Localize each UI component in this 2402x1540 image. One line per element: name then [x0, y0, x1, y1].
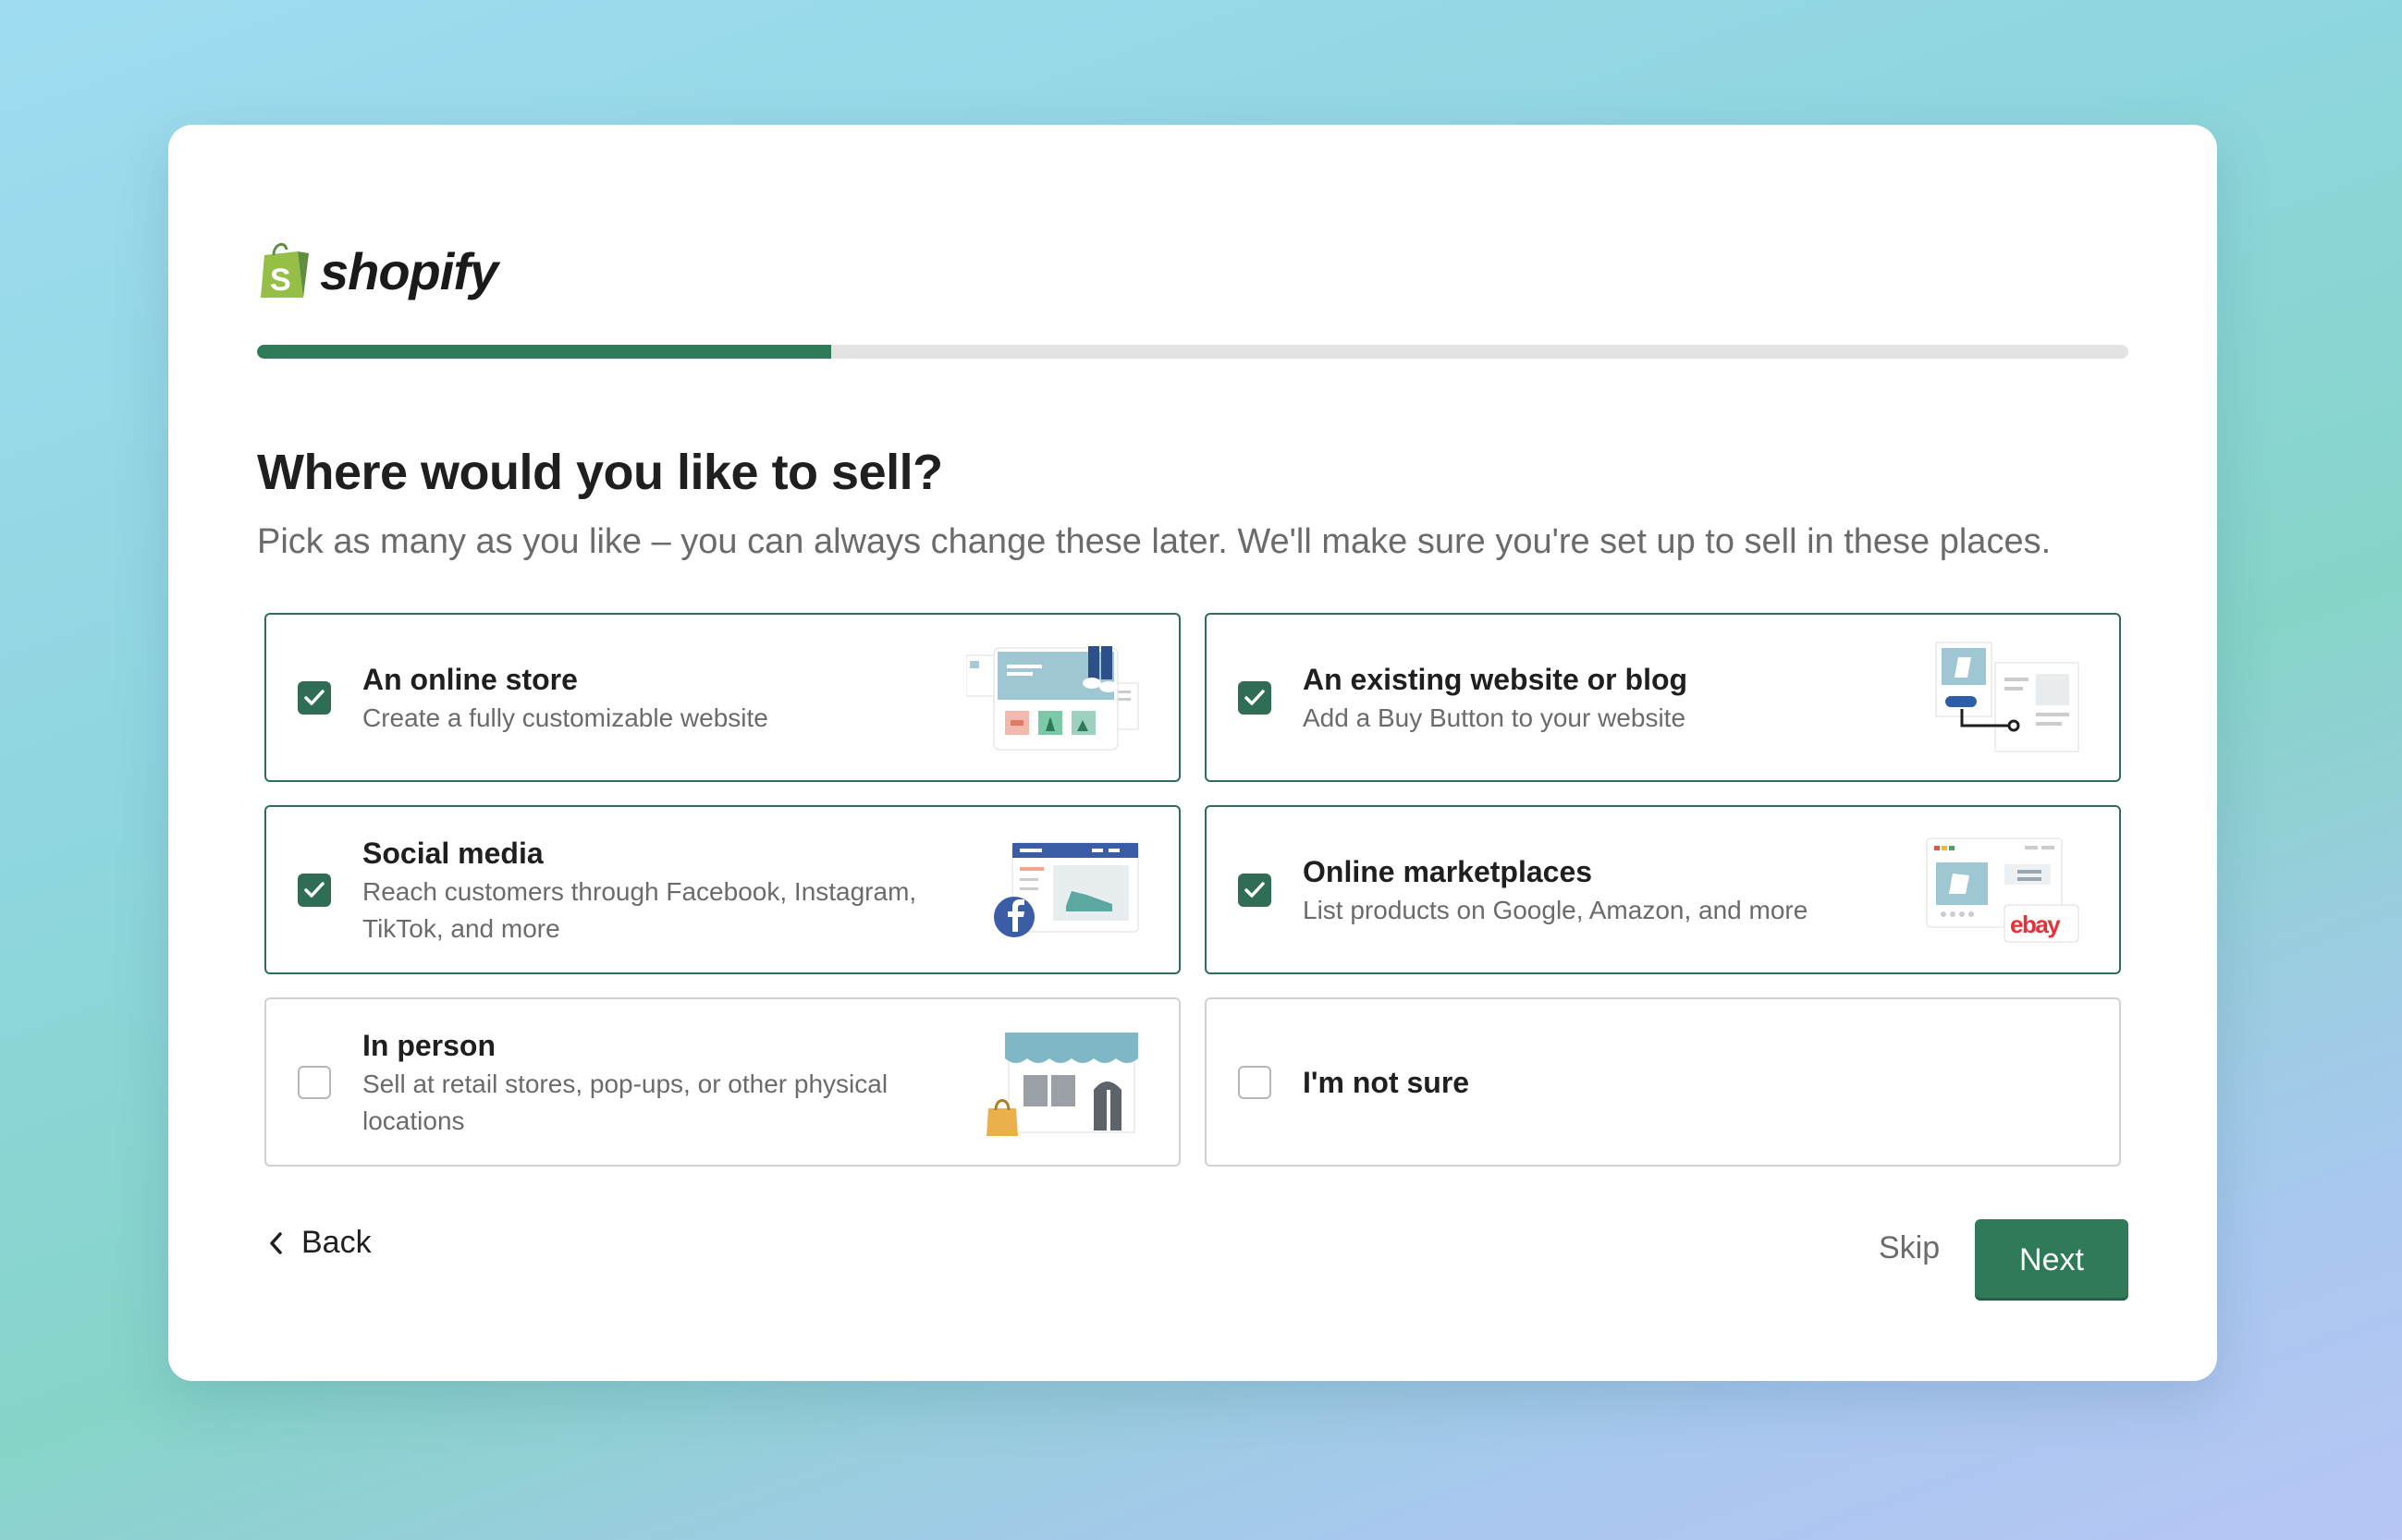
- option-existing-website[interactable]: An existing website or blog Add a Buy Bu…: [1205, 613, 2121, 782]
- option-title: I'm not sure: [1303, 1065, 1470, 1099]
- chevron-left-icon: [270, 1231, 282, 1254]
- option-not-sure[interactable]: I'm not sure: [1205, 997, 2121, 1167]
- skip-button[interactable]: Skip: [1879, 1230, 1940, 1266]
- option-online-marketplaces[interactable]: Online marketplaces List products on Goo…: [1205, 805, 2121, 974]
- option-description: List products on Google, Amazon, and mor…: [1303, 895, 1808, 924]
- option-description: Sell at retail stores, pop-ups, or other…: [362, 1069, 888, 1135]
- option-online-store[interactable]: An online store Create a fully customiza…: [264, 613, 1181, 782]
- option-description: Reach customers through Facebook, Instag…: [362, 876, 917, 943]
- option-social-media[interactable]: Social media Reach customers through Fac…: [264, 805, 1181, 974]
- onboarding-card: S shopify Where would you like to sell? …: [168, 125, 2217, 1381]
- back-button[interactable]: Back: [268, 1225, 372, 1261]
- checkmark-icon: [304, 689, 325, 705]
- svg-text:S: S: [270, 263, 291, 298]
- checkmark-icon: [1244, 881, 1265, 898]
- option-title: In person: [362, 1028, 496, 1062]
- back-label: Back: [301, 1225, 372, 1260]
- buy-button-illustration: [1935, 642, 2079, 752]
- marketplaces-illustration: ebay: [1926, 837, 2079, 942]
- page-title: Where would you like to sell?: [257, 445, 943, 500]
- checkmark-icon: [304, 881, 325, 898]
- checkbox-not-sure[interactable]: [1238, 1065, 1271, 1099]
- online-store-illustration: [966, 645, 1139, 750]
- checkmark-icon: [1244, 689, 1265, 705]
- progress-bar: [257, 345, 2128, 359]
- page-subtitle: Pick as many as you like – you can alway…: [257, 522, 2052, 561]
- option-title: An online store: [362, 662, 578, 696]
- checkbox-social-media[interactable]: [298, 873, 331, 907]
- next-button[interactable]: Next: [1975, 1219, 2128, 1301]
- social-media-illustration: [994, 842, 1139, 937]
- storefront-illustration: [987, 1032, 1138, 1136]
- option-description: Add a Buy Button to your website: [1303, 703, 1686, 732]
- option-title: Social media: [362, 836, 544, 870]
- option-title: Online marketplaces: [1303, 854, 1593, 888]
- option-description: Create a fully customizable website: [362, 703, 768, 732]
- svg-text:ebay: ebay: [2010, 911, 2061, 938]
- option-in-person[interactable]: In person Sell at retail stores, pop-ups…: [264, 997, 1181, 1167]
- option-title: An existing website or blog: [1303, 662, 1688, 696]
- shopify-wordmark: shopify: [320, 241, 498, 300]
- checkbox-existing-website[interactable]: [1238, 680, 1271, 715]
- progress-fill: [257, 345, 832, 359]
- checkbox-online-store[interactable]: [298, 680, 331, 715]
- shopify-logo: S shopify: [257, 240, 498, 301]
- checkbox-in-person[interactable]: [298, 1065, 331, 1099]
- checkbox-online-marketplaces[interactable]: [1238, 873, 1271, 907]
- shopify-bag-icon: S: [261, 242, 309, 298]
